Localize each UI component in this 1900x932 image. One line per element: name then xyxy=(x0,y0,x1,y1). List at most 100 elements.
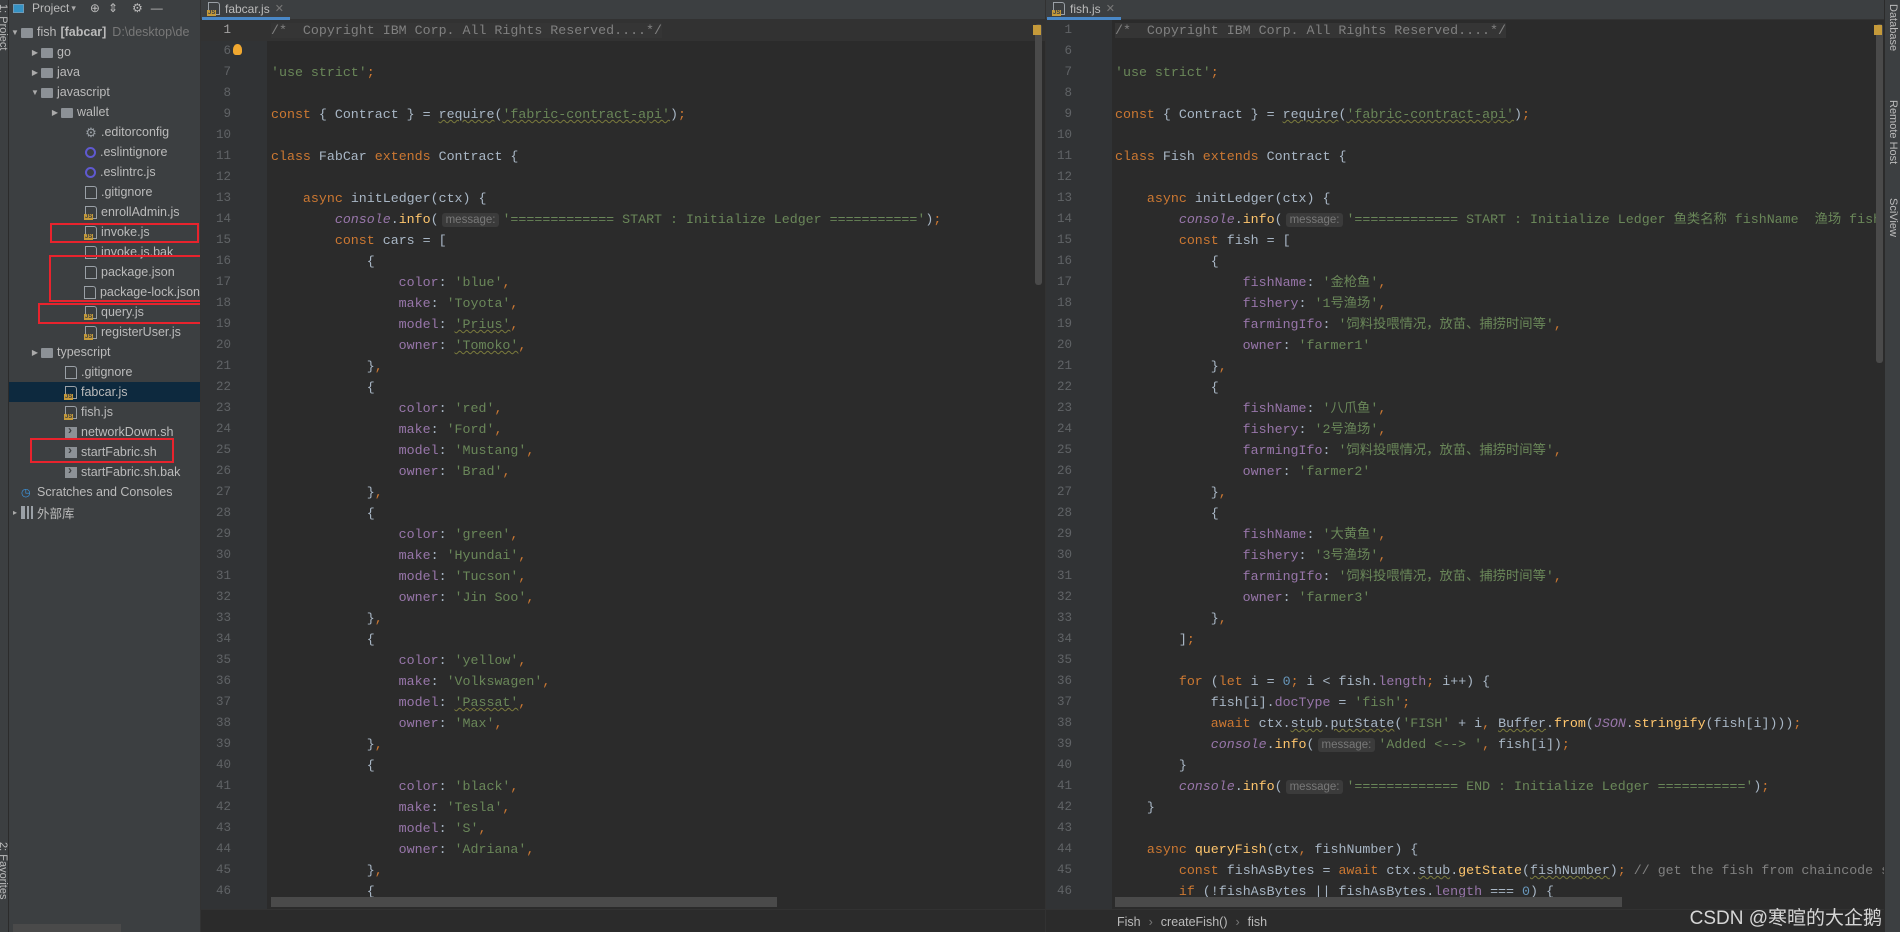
collapse-all-icon[interactable]: ⇕ xyxy=(108,1,118,15)
code-line[interactable]: await ctx.stub. putState ('FISH' + i, Buff… xyxy=(1115,713,1884,734)
chevron-down-icon[interactable]: ▼ xyxy=(29,88,41,97)
breadcrumb-item[interactable]: Fish xyxy=(1117,915,1141,929)
code-line[interactable] xyxy=(1115,650,1884,671)
tree-item[interactable]: ▸ 外部库 xyxy=(9,502,200,522)
tab-fabcar-js[interactable]: fabcar.js ✕ xyxy=(202,0,290,20)
code-line[interactable]: }, xyxy=(271,860,941,881)
chevron-down-icon[interactable]: ▼ xyxy=(9,28,21,37)
code-line[interactable]: fish[i].docType = 'fish'; xyxy=(1115,692,1884,713)
code-line[interactable]: const { Contract } = require('fabric-con… xyxy=(271,104,941,125)
tree-item[interactable]: ◷ Scratches and Consoles xyxy=(9,482,200,502)
code-line[interactable]: 'use strict'; xyxy=(1115,62,1884,83)
code-line[interactable]: model: 'Tucson', xyxy=(271,566,941,587)
tree-item[interactable]: .eslintrc.js xyxy=(9,162,200,182)
code-line[interactable]: fishery: '2号渔场', xyxy=(1115,419,1884,440)
code-line[interactable]: farmingIfo: '饲料投喂情况，放苗、捕捞时间等', xyxy=(1115,566,1884,587)
code-line[interactable]: model: 'S', xyxy=(271,818,941,839)
tree-item[interactable]: fabcar.js xyxy=(9,382,200,402)
code-line[interactable]: class Fish extends Contract { xyxy=(1115,146,1884,167)
code-line[interactable] xyxy=(1115,818,1884,839)
code-line[interactable]: owner: 'farmer2' xyxy=(1115,461,1884,482)
code-line[interactable]: owner: 'farmer3' xyxy=(1115,587,1884,608)
code-line[interactable]: { xyxy=(1115,251,1884,272)
code-line[interactable]: const { Contract } = require('fabric-con… xyxy=(1115,104,1884,125)
code-line[interactable]: fishName: '金枪鱼', xyxy=(1115,272,1884,293)
tree-item[interactable]: registerUser.js xyxy=(9,322,200,342)
minimize-icon[interactable]: — xyxy=(151,1,163,15)
code-line[interactable]: color: 'black', xyxy=(271,776,941,797)
code-line[interactable]: { xyxy=(271,251,941,272)
code-line[interactable]: model: 'Passat', xyxy=(271,692,941,713)
locate-icon[interactable]: ⊕ xyxy=(90,1,100,15)
code-line[interactable] xyxy=(1115,125,1884,146)
code-line[interactable]: color: 'yellow', xyxy=(271,650,941,671)
code-line[interactable]: owner: 'Jin Soo', xyxy=(271,587,941,608)
project-horizontal-scrollbar[interactable] xyxy=(13,924,121,932)
tool-window-database[interactable]: Database xyxy=(1887,4,1899,51)
code-line[interactable]: }, xyxy=(271,356,941,377)
code-line[interactable]: farmingIfo: '饲料投喂情况，放苗、捕捞时间等', xyxy=(1115,314,1884,335)
breadcrumb-item[interactable]: createFish() xyxy=(1161,915,1228,929)
code-line[interactable]: { xyxy=(271,503,941,524)
code-line[interactable]: }, xyxy=(1115,482,1884,503)
close-icon[interactable]: ✕ xyxy=(1106,2,1115,15)
tree-item[interactable]: ▶ wallet xyxy=(9,102,200,122)
tree-item[interactable]: startFabric.sh.bak xyxy=(9,462,200,482)
tool-window-sciview[interactable]: SciView xyxy=(1887,198,1899,237)
code-line[interactable]: fishName: '大黄鱼', xyxy=(1115,524,1884,545)
tool-window-remote-host[interactable]: Remote Host xyxy=(1887,100,1899,164)
chevron-right-icon[interactable]: ▶ xyxy=(29,48,41,57)
horizontal-scrollbar[interactable] xyxy=(1115,897,1622,907)
code-line[interactable]: }, xyxy=(271,608,941,629)
code-line[interactable] xyxy=(271,125,941,146)
code-line[interactable]: fishery: '1号渔场', xyxy=(1115,293,1884,314)
code-line[interactable]: }, xyxy=(271,482,941,503)
vertical-scrollbar[interactable] xyxy=(1876,24,1883,363)
code-line[interactable]: class FabCar extends Contract { xyxy=(271,146,941,167)
code-line[interactable]: make: 'Toyota', xyxy=(271,293,941,314)
tree-item[interactable]: ▼ javascript xyxy=(9,82,200,102)
chevron-right-icon[interactable]: ▶ xyxy=(49,108,61,117)
vertical-scrollbar[interactable] xyxy=(1035,24,1042,285)
code-line[interactable]: fishery: '3号渔场', xyxy=(1115,545,1884,566)
code-line[interactable]: console.info(message: '============= END … xyxy=(1115,776,1884,797)
code-line[interactable]: const fishAsBytes = await ctx.stub.getSt… xyxy=(1115,860,1884,881)
tree-item[interactable]: ▶ go xyxy=(9,42,200,62)
tree-item[interactable]: ⚙ .editorconfig xyxy=(9,122,200,142)
code-line[interactable]: make: 'Tesla', xyxy=(271,797,941,818)
code-line[interactable]: { xyxy=(1115,377,1884,398)
code-line[interactable]: }, xyxy=(1115,608,1884,629)
warning-marker[interactable] xyxy=(1874,25,1882,35)
code-line[interactable]: console.info(message: '============= STAR… xyxy=(271,209,941,230)
tab-fish-js[interactable]: fish.js ✕ xyxy=(1047,0,1121,20)
code-line[interactable]: /* Copyright IBM Corp. All Rights Reserv… xyxy=(1115,20,1884,41)
code-line[interactable]: owner: 'Max', xyxy=(271,713,941,734)
horizontal-scrollbar[interactable] xyxy=(271,897,777,907)
code-line[interactable] xyxy=(271,83,941,104)
warning-marker[interactable] xyxy=(1033,25,1041,35)
code-line[interactable]: owner: 'Adriana', xyxy=(271,839,941,860)
code-line[interactable]: make: 'Volkswagen', xyxy=(271,671,941,692)
code-line[interactable]: console.info(message: '============= STAR… xyxy=(1115,209,1884,230)
tool-window-project[interactable]: 1: Project xyxy=(0,4,8,50)
code-line[interactable]: farmingIfo: '饲料投喂情况，放苗、捕捞时间等', xyxy=(1115,440,1884,461)
code-line[interactable]: make: 'Ford', xyxy=(271,419,941,440)
code-line[interactable]: make: 'Hyundai', xyxy=(271,545,941,566)
tree-item-root[interactable]: ▼ fish [fabcar] D:\desktop\de xyxy=(9,22,200,42)
tool-window-favorites[interactable]: 2: Favorites xyxy=(0,842,8,899)
tree-item[interactable]: ▶ java xyxy=(9,62,200,82)
chevron-right-icon[interactable]: ▸ xyxy=(9,508,21,517)
code-line[interactable]: /* Copyright IBM Corp. All Rights Reserv… xyxy=(271,20,941,41)
code-line[interactable]: const cars = [ xyxy=(271,230,941,251)
lightbulb-icon[interactable] xyxy=(233,44,242,55)
code-area[interactable]: /* Copyright IBM Corp. All Rights Reserv… xyxy=(1115,20,1884,902)
code-line[interactable]: { xyxy=(1115,503,1884,524)
code-line[interactable] xyxy=(1115,41,1884,62)
code-line[interactable]: fishName: '八爪鱼', xyxy=(1115,398,1884,419)
gear-icon[interactable]: ⚙ xyxy=(132,1,143,15)
code-line[interactable]: } xyxy=(1115,797,1884,818)
code-line[interactable]: async initLedger(ctx) { xyxy=(1115,188,1884,209)
code-line[interactable] xyxy=(271,41,941,62)
close-icon[interactable]: ✕ xyxy=(275,2,284,15)
code-area[interactable]: /* Copyright IBM Corp. All Rights Reserv… xyxy=(271,20,941,902)
